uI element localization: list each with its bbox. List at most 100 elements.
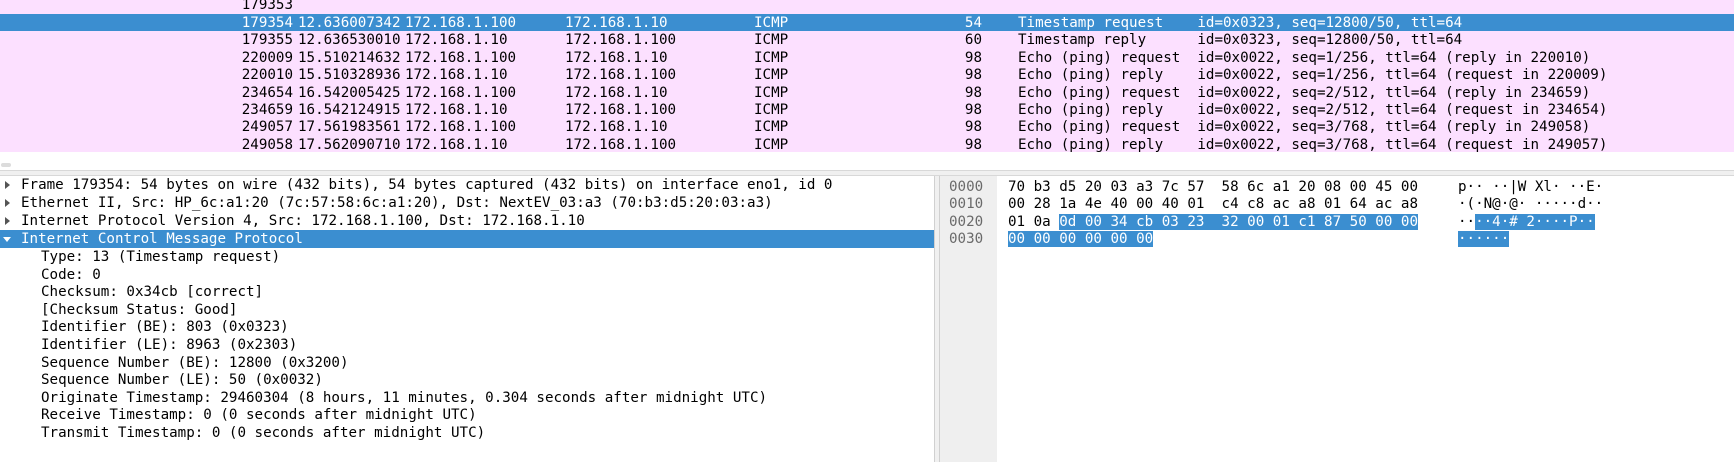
hex-bytes-highlighted: 0d 00 34 cb 03 23 32 00 01 c1 87 50 00 0…	[1059, 213, 1418, 230]
packet-cell-time: 12.636530010	[298, 32, 401, 49]
packet-cell-len: 60	[964, 32, 982, 49]
packet-cell-no: 220010	[241, 67, 293, 84]
packet-list-horizontal-scrollbar[interactable]	[0, 152, 1734, 170]
packet-cell-no: 249057	[241, 119, 293, 136]
packet-cell-no: 179355	[241, 32, 293, 49]
packet-details-tree[interactable]: Frame 179354: 54 bytes on wire (432 bits…	[0, 176, 934, 462]
packet-cell-src: 172.168.1.100	[405, 84, 517, 101]
packet-cell-proto: ICMP	[754, 67, 789, 84]
ascii-bytes[interactable]: ·(·N@·@· ·····d··	[1458, 195, 1603, 213]
expand-arrow-icon[interactable]	[5, 181, 10, 189]
tree-item-frame[interactable]: Frame 179354: 54 bytes on wire (432 bits…	[0, 176, 934, 194]
tree-item-icmp-field[interactable]: Identifier (LE): 8963 (0x2303)	[0, 336, 934, 354]
packet-cell-info: Timestamp reply id=0x0323, seq=12800/50,…	[1018, 32, 1463, 49]
packet-cell-len: 98	[964, 49, 982, 66]
packet-cell-len: 98	[964, 102, 982, 118]
packet-cell-info: Echo (ping) reply id=0x0022, seq=3/768, …	[1018, 136, 1608, 152]
packet-cell-src: 172.168.1.10	[405, 32, 508, 49]
byte-offset: 0030	[949, 231, 984, 248]
hex-bytes[interactable]: 00 00 00 00 00 00	[1008, 230, 1154, 248]
hex-bytes[interactable]: 00 28 1a 4e 40 00 40 01 c4 c8 ac a8 01 6…	[1008, 195, 1418, 213]
packet-cell-dst: 172.168.1.100	[565, 136, 677, 152]
byte-offset: 0010	[949, 196, 984, 213]
tree-item-icmp-field[interactable]: Originate Timestamp: 29460304 (8 hours, …	[0, 389, 934, 407]
packet-list[interactable]: 179353 179354 12.636007342 172.168.1.100 17…	[0, 0, 1734, 152]
packet-cell-time: 15.510328936	[298, 67, 401, 84]
ascii-highlighted: ······	[1458, 231, 1510, 248]
packet-cell-len: 98	[964, 84, 982, 101]
packet-cell-proto: ICMP	[754, 102, 789, 118]
packet-bytes-pane[interactable]: 0000 70 b3 d5 20 03 a3 7c 57 58 6c a1 20 …	[940, 176, 1734, 462]
tree-item-label: Identifier (BE): 803 (0x0323)	[41, 319, 289, 336]
packet-cell-dst: 172.168.1.100	[565, 32, 677, 49]
tree-item-icmp-field[interactable]: Receive Timestamp: 0 (0 seconds after mi…	[0, 406, 934, 424]
byte-offset: 0000	[949, 179, 984, 195]
packet-cell-time: 17.562090710	[298, 136, 401, 152]
packet-cell-src: 172.168.1.10	[405, 67, 508, 84]
packet-cell-src: 172.168.1.10	[405, 102, 508, 118]
packet-row[interactable]: 179354 12.636007342 172.168.1.100 172.168.1…	[0, 14, 1734, 32]
expand-arrow-icon[interactable]	[5, 199, 10, 207]
tree-item-icmp-field[interactable]: Transmit Timestamp: 0 (0 seconds after m…	[0, 424, 934, 442]
packet-cell-info: Timestamp request id=0x0323, seq=12800/5…	[1018, 15, 1463, 31]
collapse-arrow-icon[interactable]	[3, 237, 11, 242]
packet-cell-dst: 172.168.1.100	[565, 102, 677, 118]
packet-row[interactable]: 220010 15.510328936 172.168.1.10 172.168.1.…	[0, 66, 1734, 85]
expand-arrow-icon[interactable]	[5, 217, 10, 225]
packet-cell-len: 98	[964, 67, 982, 84]
tree-item-icmp[interactable]: Internet Control Message Protocol	[0, 230, 934, 248]
packet-cell-len: 98	[964, 136, 982, 152]
scrollbar-thumb[interactable]	[1, 163, 11, 167]
packet-row[interactable]: 249058 17.562090710 172.168.1.10 172.168.1.…	[0, 135, 1734, 152]
tree-item-label: Sequence Number (LE): 50 (0x0032)	[41, 372, 323, 389]
tree-item-icmp-field[interactable]: [Checksum Status: Good]	[0, 301, 934, 319]
tree-item-label: Receive Timestamp: 0 (0 seconds after mi…	[41, 407, 477, 424]
packet-cell-info: Echo (ping) reply id=0x0022, seq=1/256, …	[1018, 67, 1608, 84]
hex-bytes-plain: 00 28 1a 4e 40 00 40 01 c4 c8 ac a8 01 6…	[1008, 196, 1418, 213]
tree-item-label: Frame 179354: 54 bytes on wire (432 bits…	[21, 177, 833, 193]
ascii-bytes[interactable]: p·· ··|W Xl· ··E·	[1458, 178, 1603, 196]
packet-cell-src: 172.168.1.100	[405, 15, 517, 31]
packet-cell-proto: ICMP	[754, 15, 789, 31]
packet-row[interactable]: 234659 16.542124915 172.168.1.10 172.168.1.…	[0, 101, 1734, 119]
ascii-bytes[interactable]: ······	[1458, 230, 1510, 248]
packet-cell-time: 12.636007342	[298, 15, 401, 31]
packet-row[interactable]: 220009 15.510214632 172.168.1.100 172.168.1…	[0, 48, 1734, 67]
packet-cell-info: Echo (ping) request id=0x0022, seq=2/512…	[1018, 84, 1591, 101]
packet-row-partial[interactable]: 179353	[0, 0, 1734, 14]
tree-item-icmp-field[interactable]: Checksum: 0x34cb [correct]	[0, 283, 934, 301]
packet-row[interactable]: 249057 17.561983561 172.168.1.100 172.168.1…	[0, 118, 1734, 137]
packet-cell-src: 172.168.1.100	[405, 49, 517, 66]
tree-item-icmp-field[interactable]: Sequence Number (LE): 50 (0x0032)	[0, 371, 934, 389]
hex-bytes[interactable]: 01 0a 0d 00 34 cb 03 23 32 00 01 c1 87 5…	[1008, 213, 1418, 231]
ascii-plain: ··	[1458, 213, 1476, 230]
tree-item-label: Identifier (LE): 8963 (0x2303)	[41, 337, 298, 353]
tree-item-icmp-field[interactable]: Type: 13 (Timestamp request)	[0, 248, 934, 266]
ascii-bytes[interactable]: ····4·# 2····P··	[1458, 213, 1595, 231]
packet-cell-no: 234659	[241, 102, 293, 118]
ascii-highlighted: ··4·# 2····P··	[1475, 213, 1595, 230]
tree-item-label: Type: 13 (Timestamp request)	[41, 249, 281, 265]
packet-cell-dst: 172.168.1.100	[565, 67, 677, 84]
ascii-plain: p·· ··|W Xl· ··E·	[1458, 179, 1604, 195]
packet-cell-proto: ICMP	[754, 32, 789, 49]
tree-item-icmp-field[interactable]: Code: 0	[0, 266, 934, 284]
tree-item-ethernet[interactable]: Ethernet II, Src: HP_6c:a1:20 (7c:57:58:…	[0, 194, 934, 212]
packet-cell-proto: ICMP	[754, 119, 789, 136]
packet-cell-len: 54	[964, 15, 982, 31]
packet-cell-time: 16.542124915	[298, 102, 401, 118]
tree-item-icmp-field[interactable]: Identifier (BE): 803 (0x0323)	[0, 318, 934, 336]
packet-cell-no: 220009	[241, 49, 293, 66]
tree-item-icmp-field[interactable]: Sequence Number (BE): 12800 (0x3200)	[0, 354, 934, 372]
packet-row[interactable]: 179355 12.636530010 172.168.1.10 172.168.1.…	[0, 31, 1734, 50]
packet-cell-info: Echo (ping) reply id=0x0022, seq=2/512, …	[1018, 102, 1608, 118]
tree-item-label: Originate Timestamp: 29460304 (8 hours, …	[41, 389, 768, 406]
hex-bytes[interactable]: 70 b3 d5 20 03 a3 7c 57 58 6c a1 20 08 0…	[1008, 178, 1418, 196]
tree-item-label: Code: 0	[41, 266, 101, 283]
packet-row[interactable]: 234654 16.542005425 172.168.1.100 172.168.1…	[0, 83, 1734, 102]
tree-item-label: [Checksum Status: Good]	[41, 301, 238, 318]
hex-bytes-highlighted: 00 00 00 00 00 00	[1008, 231, 1154, 248]
packet-cell-no: 234654	[241, 84, 293, 101]
packet-cell-dst: 172.168.1.10	[565, 15, 668, 31]
tree-item-ipv4[interactable]: Internet Protocol Version 4, Src: 172.16…	[0, 212, 934, 230]
